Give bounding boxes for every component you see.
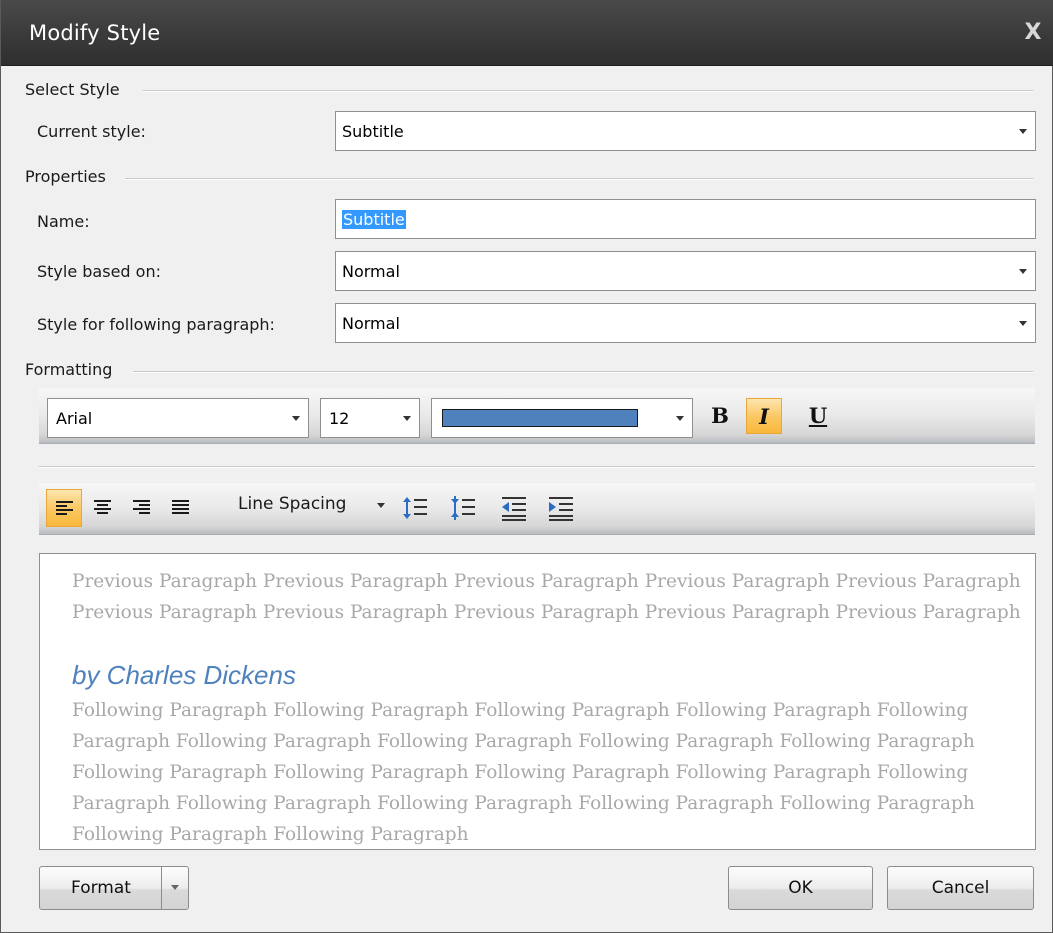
chevron-down-icon xyxy=(1019,321,1027,326)
properties-section-label: Properties xyxy=(25,167,112,186)
decrease-indent-icon[interactable] xyxy=(500,495,528,523)
ok-button[interactable]: OK xyxy=(728,866,873,910)
chevron-down-icon xyxy=(171,885,179,890)
font-name-dropdown[interactable]: Arial xyxy=(47,398,309,438)
current-style-label: Current style: xyxy=(37,122,146,141)
font-size-dropdown[interactable]: 12 xyxy=(320,398,420,438)
align-right-icon xyxy=(133,500,150,515)
name-input-value: Subtitle xyxy=(342,210,406,229)
line-spacing-button[interactable]: Line Spacing xyxy=(238,494,346,514)
following-paragraph-value: Normal xyxy=(342,314,400,333)
format-button[interactable]: Format xyxy=(39,866,163,910)
chevron-down-icon xyxy=(1019,269,1027,274)
align-center-icon xyxy=(94,500,111,515)
font-size-value: 12 xyxy=(329,409,350,428)
following-paragraph-dropdown[interactable]: Normal xyxy=(335,303,1036,343)
justify-button[interactable] xyxy=(163,489,199,527)
formatting-divider xyxy=(133,371,1033,373)
bold-button[interactable]: B xyxy=(702,398,738,434)
align-center-button[interactable] xyxy=(85,489,121,527)
current-style-value: Subtitle xyxy=(342,122,404,141)
font-color-dropdown[interactable] xyxy=(431,398,693,438)
chevron-down-icon[interactable] xyxy=(377,503,385,508)
select-style-section-label: Select Style xyxy=(25,80,126,99)
title-bar[interactable]: Modify Style X xyxy=(1,0,1053,66)
italic-button[interactable]: I xyxy=(746,398,782,434)
format-menu-button[interactable] xyxy=(161,866,189,910)
cancel-button[interactable]: Cancel xyxy=(887,866,1034,910)
toolbar-separator xyxy=(39,466,1035,468)
increase-paragraph-spacing-icon[interactable] xyxy=(402,495,430,523)
align-right-button[interactable] xyxy=(124,489,160,527)
name-label: Name: xyxy=(37,212,90,231)
preview-styled-text: by Charles Dickens xyxy=(72,660,296,690)
style-based-on-dropdown[interactable]: Normal xyxy=(335,251,1036,291)
font-color-swatch xyxy=(442,409,638,427)
increase-indent-icon[interactable] xyxy=(547,495,575,523)
dialog-title: Modify Style xyxy=(29,21,161,45)
font-name-value: Arial xyxy=(56,409,93,428)
align-left-button[interactable] xyxy=(46,489,82,527)
underline-button[interactable]: U xyxy=(800,398,836,434)
close-icon[interactable]: X xyxy=(1018,18,1048,48)
chevron-down-icon xyxy=(1019,129,1027,134)
preview-previous-paragraph: Previous Paragraph Previous Paragraph Pr… xyxy=(72,571,1021,623)
following-paragraph-label: Style for following paragraph: xyxy=(37,315,275,334)
select-style-divider xyxy=(143,90,1033,92)
chevron-down-icon xyxy=(676,416,684,421)
justify-icon xyxy=(172,500,189,515)
formatting-section-label: Formatting xyxy=(25,360,119,379)
align-left-icon xyxy=(56,501,73,516)
style-based-on-value: Normal xyxy=(342,262,400,281)
font-toolbar: Arial 12 B I U xyxy=(39,388,1035,444)
style-preview: Previous Paragraph Previous Paragraph Pr… xyxy=(39,553,1036,850)
decrease-paragraph-spacing-icon[interactable] xyxy=(450,495,478,523)
preview-following-paragraph: Following Paragraph Following Paragraph … xyxy=(72,700,975,845)
current-style-dropdown[interactable]: Subtitle xyxy=(335,111,1036,151)
style-based-on-label: Style based on: xyxy=(37,262,161,281)
chevron-down-icon xyxy=(292,416,300,421)
chevron-down-icon xyxy=(403,416,411,421)
modify-style-dialog: Modify Style X Select Style Current styl… xyxy=(0,0,1053,933)
paragraph-toolbar: Line Spacing xyxy=(39,483,1035,535)
name-input[interactable]: Subtitle xyxy=(335,199,1036,239)
properties-divider xyxy=(125,178,1033,180)
